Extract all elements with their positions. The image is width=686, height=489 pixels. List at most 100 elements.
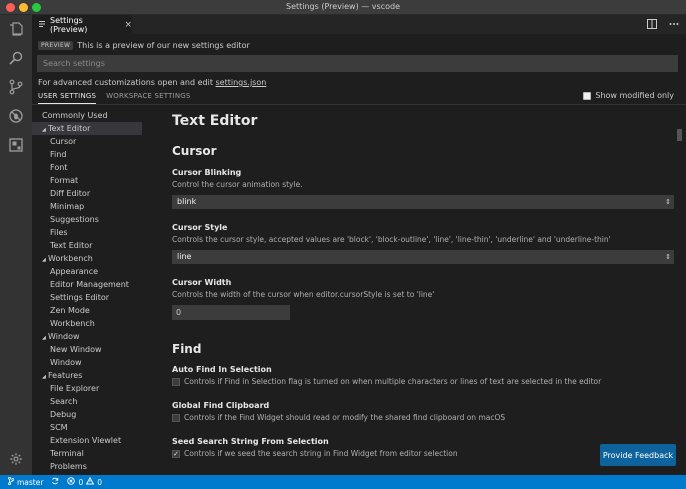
cursor-style-select[interactable]: line ⇕ [172,250,674,264]
setting-description: Controls if we seed the search string in… [184,449,458,458]
show-modified-toggle[interactable]: Show modified only [583,91,674,100]
tab-label: Settings (Preview) [50,15,88,34]
toc-item-label: New Window [50,345,102,354]
toc-item-label: Search [50,397,78,406]
setting-description: Controls the cursor style, accepted valu… [172,235,611,244]
provide-feedback-button[interactable]: Provide Feedback [600,444,676,466]
toc-item-label: Find [50,150,67,159]
branch-name: master [17,477,44,487]
settings-file-icon [38,20,46,30]
section-title-cursor: Cursor [172,144,217,158]
tab-workspace-settings[interactable]: WORKSPACE SETTINGS [106,92,190,104]
activity-bar [0,15,32,475]
toc-item[interactable]: Settings Editor [32,291,142,304]
cursor-blinking-select[interactable]: blink ⇕ [172,195,674,209]
toc-item-label: Debug [50,410,77,419]
settings-editor: PREVIEW This is a preview of our new set… [32,34,686,475]
problems-indicator[interactable]: 0 0 [67,476,103,487]
tab-settings-preview[interactable]: Settings (Preview) × [32,15,132,34]
show-modified-label: Show modified only [595,91,674,100]
scrollbar-thumb[interactable] [677,129,682,141]
toc-item[interactable]: ◢ Features [32,369,142,382]
toc-item[interactable]: Find [32,148,142,161]
toc-item[interactable]: Suggestions [32,213,142,226]
setting-title: Seed Search String From Selection [172,437,329,446]
toc-item-label: Zen Mode [50,306,90,315]
setting-description: Controls if the Find Widget should read … [184,413,506,422]
preview-text: This is a preview of our new settings ed… [77,41,250,50]
toc-item-label: Appearance [50,267,99,276]
select-value: blink [177,197,197,206]
toc-item-label: File Explorer [50,384,100,393]
toc-item[interactable]: ◢ Workbench [32,252,142,265]
toc-item[interactable]: Workbench [32,317,142,330]
toc-item[interactable]: Window [32,356,142,369]
toc-item[interactable]: Search [32,395,142,408]
settings-scope-tabs: USER SETTINGS WORKSPACE SETTINGS [38,92,191,104]
toc-item[interactable]: Extension Viewlet [32,434,142,447]
more-actions-icon[interactable] [668,18,680,30]
settings-toc: Commonly Used ◢ Text Editor Cursor Find Font F… [32,109,142,475]
toc-item[interactable]: Diff Editor [32,187,142,200]
tab-close-icon[interactable]: × [124,20,132,30]
auto-find-checkbox[interactable] [172,377,180,386]
toc-item[interactable]: File Explorer [32,382,142,395]
toc-item-label: Cursor [50,137,77,146]
toc-item-label: Workbench [48,254,93,263]
toc-item-label: Suggestions [50,215,99,224]
toc-item[interactable]: Format [32,174,142,187]
toc-item[interactable]: Zen Mode [32,304,142,317]
show-modified-checkbox[interactable] [583,91,592,100]
toc-item-label: Settings Editor [50,293,110,302]
group-title: Text Editor [172,113,258,129]
extensions-icon[interactable] [6,135,26,155]
sync-button[interactable] [51,477,59,487]
toc-item-label: Problems [50,462,87,471]
advanced-text: For advanced customizations open and edi… [38,78,216,87]
preview-badge: PREVIEW [38,41,74,50]
toc-item-label: Text Editor [50,241,93,250]
tab-user-settings[interactable]: USER SETTINGS [38,92,97,104]
toc-item-label: Features [48,371,83,380]
toc-item[interactable]: Cursor [32,135,142,148]
toc-item[interactable]: Terminal [32,447,142,460]
toc-item[interactable]: Files [32,226,142,239]
toc-item-label: Terminal [50,449,84,458]
toc-item[interactable]: SCM [32,421,142,434]
toc-item-label: Format [50,176,79,185]
toc-item[interactable]: Minimap [32,200,142,213]
toc-item[interactable]: Font [32,161,142,174]
preview-banner: PREVIEW This is a preview of our new set… [38,41,250,50]
editor-actions [646,18,680,30]
source-control-icon[interactable] [6,77,26,97]
setting-description: Controls if Find in Selection flag is tu… [184,377,602,386]
search-settings-input[interactable] [37,55,678,72]
updown-chevron-icon: ⇕ [665,253,671,261]
gear-icon[interactable] [6,449,26,469]
toc-item[interactable]: Debug [32,408,142,421]
toc-item[interactable]: Text Editor [32,239,142,252]
toc-item[interactable]: Problems [32,460,142,473]
cursor-width-input[interactable] [172,305,290,320]
seed-search-checkbox[interactable]: ✓ [172,449,180,458]
warning-count: 0 [97,477,103,487]
toc-item-label: Workbench [50,319,95,328]
toc-item[interactable]: New Window [32,343,142,356]
warning-icon [86,476,95,487]
global-clipboard-checkbox[interactable] [172,413,180,422]
auto-find-row: Controls if Find in Selection flag is tu… [172,377,601,386]
toc-item[interactable]: Editor Management [32,278,142,291]
error-icon [67,477,76,487]
toc-item[interactable]: Commonly Used [32,109,142,122]
toc-item[interactable]: ◢ Text Editor [32,122,142,135]
split-editor-icon[interactable] [646,18,658,30]
search-icon[interactable] [6,48,26,68]
branch-indicator[interactable]: master [8,476,44,487]
sync-icon [51,477,59,487]
toc-item-label: Window [48,332,80,341]
debug-icon[interactable] [6,106,26,126]
settings-json-link[interactable]: settings.json [216,78,267,87]
explorer-icon[interactable] [6,19,26,39]
toc-item[interactable]: ◢ Window [32,330,142,343]
toc-item[interactable]: Appearance [32,265,142,278]
